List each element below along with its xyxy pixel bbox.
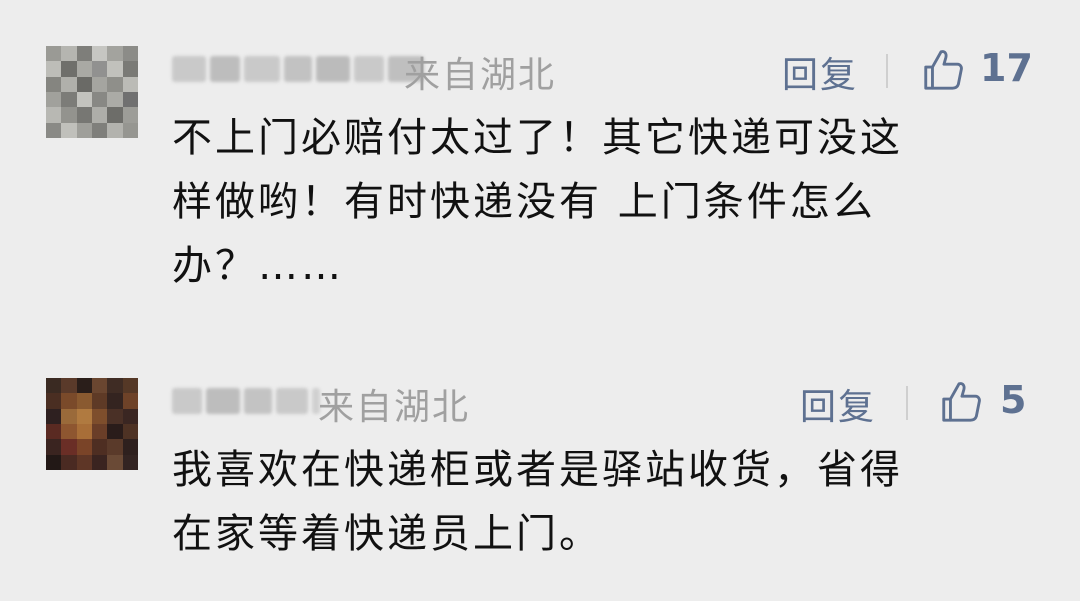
thumbs-up-icon[interactable] [938, 378, 984, 424]
comment-text: 我喜欢在快递柜或者是驿站收货，省得 在家等着快递员上门。 [172, 438, 903, 566]
like-count: 5 [1000, 378, 1027, 422]
comment-location: 来自湖北 [318, 387, 471, 428]
comment-item: 来自湖北 回复 5 我喜欢在快递柜或者是驿站收货，省得 在家等着快递员上门。 [0, 0, 1080, 601]
avatar[interactable] [46, 378, 138, 470]
reply-button[interactable]: 回复 [800, 378, 876, 430]
divider [906, 386, 908, 420]
username-blurred[interactable] [172, 386, 320, 416]
comment-line: 我喜欢在快递柜或者是驿站收货，省得 [172, 447, 903, 493]
comment-line: 在家等着快递员上门。 [172, 511, 602, 557]
